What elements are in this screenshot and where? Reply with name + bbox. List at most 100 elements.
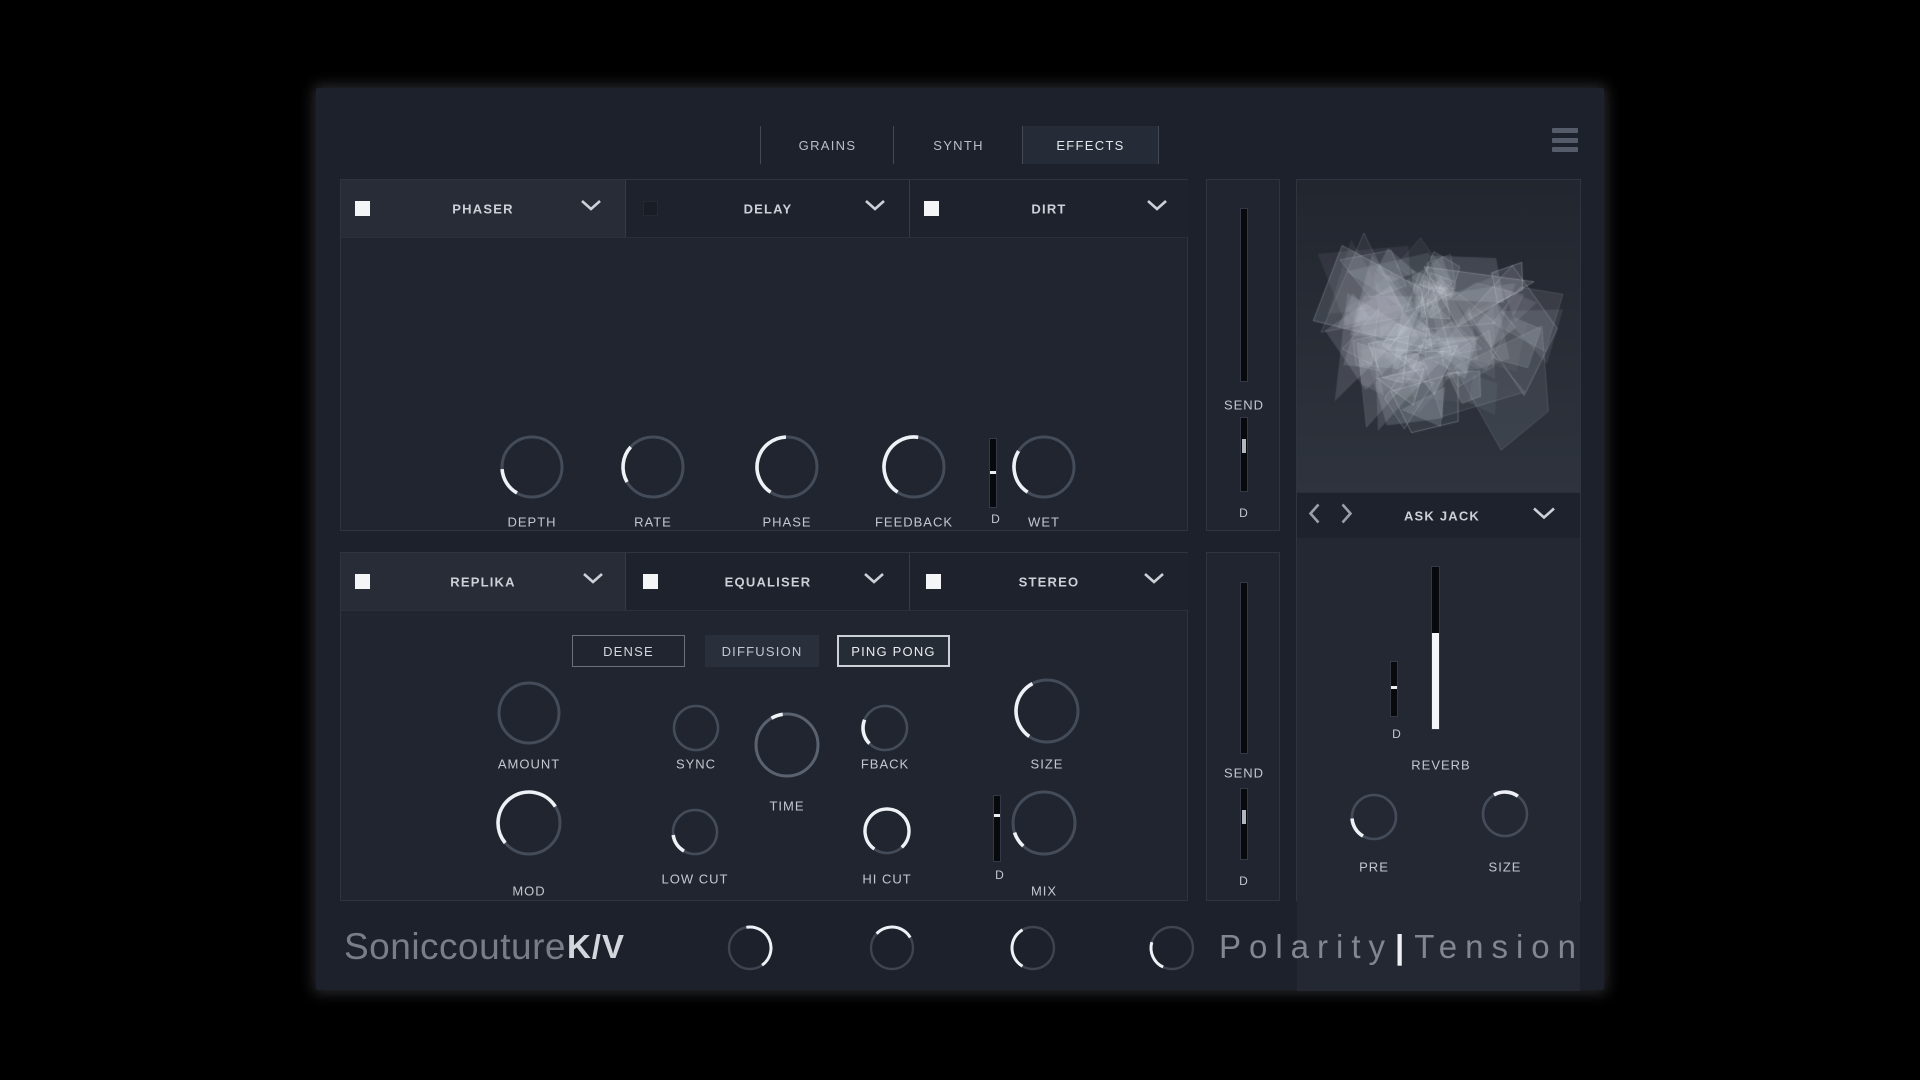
brand-name: Soniccouture (344, 926, 566, 967)
send-strip-bottom: SEND D (1206, 552, 1280, 901)
send-drive-slider[interactable] (1240, 788, 1248, 860)
chevron-down-icon[interactable] (863, 572, 885, 590)
hi-cut-knob[interactable] (860, 804, 914, 858)
instrument-title: Polarity | Tension (1219, 924, 1584, 970)
footer-knob-1[interactable] (724, 922, 776, 974)
ping-pong-button[interactable]: PING PONG (837, 635, 950, 667)
mix-knob[interactable] (1008, 787, 1080, 859)
wet-knob-label: WET (1028, 514, 1060, 530)
title-right: Tension (1414, 928, 1584, 965)
delay-section-header[interactable]: DELAY (626, 180, 910, 237)
wet-drive-label: D (991, 512, 1001, 526)
send-strip-top: SEND D (1206, 179, 1280, 531)
preset-selector-row: ASK JACK (1297, 492, 1580, 540)
reverb-size-knob[interactable] (1478, 787, 1532, 841)
right-panel: ASK JACK D REVERB PRE SIZE (1296, 179, 1581, 991)
rate-knob[interactable] (618, 432, 688, 502)
depth-knob-label: DEPTH (507, 514, 557, 530)
replika-enable-checkbox[interactable] (355, 574, 370, 589)
fx-panel-bottom: REPLIKA EQUALISER STEREO DENSE DIFFUSION… (340, 552, 1189, 901)
send-fader[interactable] (1240, 208, 1248, 382)
send-label: SEND (1223, 765, 1265, 781)
fback-knob[interactable] (858, 701, 912, 755)
product-name: K/V (566, 928, 625, 965)
wet-drive-slider[interactable] (989, 438, 997, 508)
fx-bottom-header: REPLIKA EQUALISER STEREO (341, 553, 1189, 611)
preset-name[interactable]: ASK JACK (1404, 509, 1480, 524)
diffusion-button[interactable]: DIFFUSION (705, 635, 819, 667)
sync-knob-label: SYNC (675, 756, 717, 772)
dirt-enable-checkbox[interactable] (924, 201, 939, 216)
stereo-section-header[interactable]: STEREO (910, 553, 1189, 610)
brand-logo: Soniccouture K/V (344, 924, 625, 970)
low-cut-knob[interactable] (668, 805, 722, 859)
replika-section-header[interactable]: REPLIKA (341, 553, 626, 610)
chevron-left-icon[interactable] (1308, 503, 1321, 530)
feedback-knob[interactable] (879, 432, 949, 502)
replika-label: REPLIKA (450, 574, 516, 589)
reverb-fader[interactable] (1431, 566, 1440, 730)
footer-knob-2[interactable] (866, 922, 918, 974)
send-drive-label: D (1239, 506, 1249, 520)
chevron-down-icon[interactable] (582, 572, 604, 590)
footer-knob-4[interactable] (1146, 922, 1198, 974)
size-knob[interactable] (1011, 675, 1083, 747)
low-cut-knob-label: LOW CUT (661, 871, 729, 887)
phaser-label: PHASER (452, 201, 514, 216)
depth-knob[interactable] (497, 432, 567, 502)
reverb-pre-knob[interactable] (1347, 790, 1401, 844)
mix-drive-label: D (995, 868, 1005, 882)
mix-drive-slider[interactable] (993, 795, 1001, 862)
phase-knob-label: PHASE (762, 514, 812, 530)
chevron-down-icon[interactable] (1143, 572, 1165, 590)
dense-button[interactable]: DENSE (572, 635, 685, 667)
reverb-drive-label: D (1392, 727, 1402, 741)
stereo-enable-checkbox[interactable] (926, 574, 941, 589)
time-knob-label: TIME (769, 798, 805, 814)
stereo-label: STEREO (1018, 574, 1080, 589)
fx-panel-top: PHASER DELAY DIRT DEPTH RATE PHASE FEEDB… (340, 179, 1189, 531)
amount-knob-label: AMOUNT (497, 756, 561, 772)
equaliser-label: EQUALISER (724, 574, 812, 589)
title-left: Polarity (1218, 928, 1394, 965)
phaser-enable-checkbox[interactable] (355, 201, 370, 216)
wet-knob[interactable] (1009, 432, 1079, 502)
reverb-size-label: SIZE (1488, 859, 1522, 875)
tab-grains[interactable]: GRAINS (760, 126, 894, 164)
chevron-down-icon[interactable] (580, 199, 602, 217)
dirt-section-header[interactable]: DIRT (910, 180, 1189, 237)
mod-knob[interactable] (493, 787, 565, 859)
time-knob[interactable] (751, 709, 823, 781)
send-drive-label: D (1239, 874, 1249, 888)
chevron-right-icon[interactable] (1341, 503, 1354, 530)
reverb-drive-slider[interactable] (1390, 661, 1398, 717)
equaliser-enable-checkbox[interactable] (643, 574, 658, 589)
delay-enable-checkbox[interactable] (643, 201, 658, 216)
delay-label: DELAY (743, 201, 793, 216)
phase-knob[interactable] (752, 432, 822, 502)
size-knob-label: SIZE (1030, 756, 1064, 772)
dirt-label: DIRT (1031, 201, 1067, 216)
tab-synth[interactable]: SYNTH (893, 126, 1023, 164)
amount-knob[interactable] (494, 678, 564, 748)
chevron-down-icon[interactable] (1532, 507, 1556, 526)
desktop-background: GRAINS SYNTH EFFECTS PHASER DELAY DIRT D… (0, 0, 1920, 1080)
send-label: SEND (1223, 397, 1265, 413)
send-drive-slider[interactable] (1240, 417, 1248, 492)
equaliser-section-header[interactable]: EQUALISER (626, 553, 910, 610)
menu-hamburger-icon[interactable] (1552, 128, 1578, 152)
footer-knob-3[interactable] (1007, 922, 1059, 974)
polygon-cloud-image (1297, 180, 1580, 492)
tab-effects[interactable]: EFFECTS (1022, 126, 1159, 164)
send-fader[interactable] (1240, 582, 1248, 754)
feedback-knob-label: FEEDBACK (874, 514, 954, 530)
fback-knob-label: FBACK (860, 756, 910, 772)
chevron-down-icon[interactable] (1146, 199, 1168, 217)
mod-knob-label: MOD (512, 883, 546, 899)
title-separator: | (1395, 928, 1413, 965)
mix-knob-label: MIX (1030, 883, 1058, 899)
phaser-section-header[interactable]: PHASER (341, 180, 626, 237)
sync-knob[interactable] (669, 701, 723, 755)
hi-cut-knob-label: HI CUT (862, 871, 912, 887)
chevron-down-icon[interactable] (864, 199, 886, 217)
